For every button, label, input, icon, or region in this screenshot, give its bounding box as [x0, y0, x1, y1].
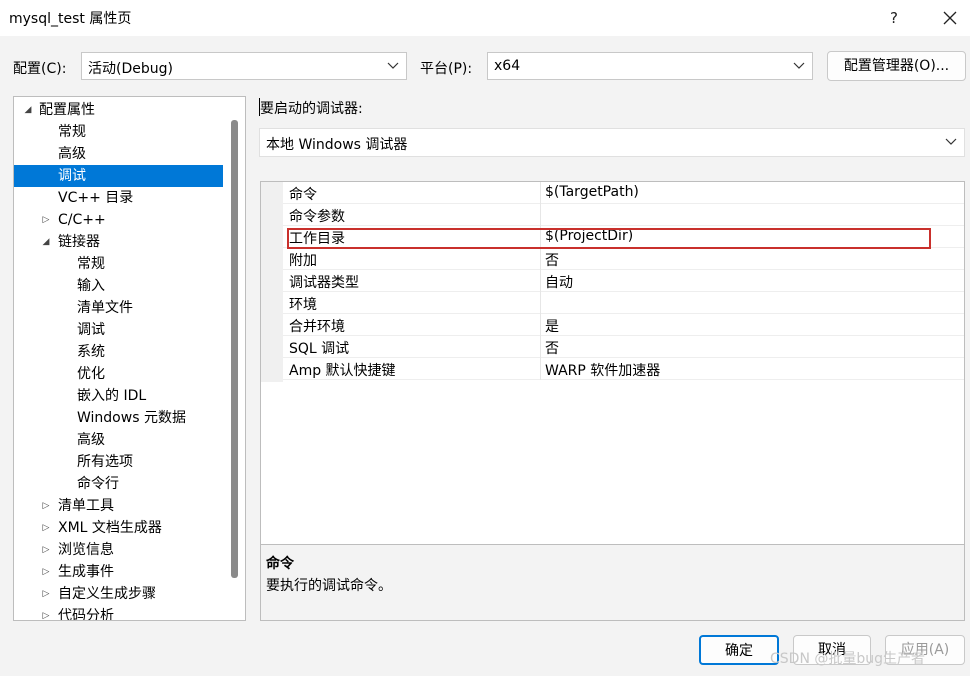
- property-name: 附加: [289, 253, 317, 269]
- grid-row-command[interactable]: 命令 $(TargetPath): [283, 182, 964, 204]
- collapsed-arrow-icon[interactable]: ▷: [41, 583, 51, 605]
- expanded-arrow-icon[interactable]: ◢: [23, 99, 33, 121]
- column-divider: [540, 292, 541, 314]
- collapsed-arrow-icon[interactable]: ▷: [41, 517, 51, 539]
- tree-item-label: 高级: [77, 432, 105, 448]
- config-select[interactable]: 活动(Debug): [81, 52, 407, 80]
- collapsed-arrow-icon[interactable]: ▷: [41, 209, 51, 231]
- description-text: 要执行的调试命令。: [266, 578, 392, 594]
- collapsed-arrow-icon[interactable]: ▷: [41, 605, 51, 620]
- tree-item-label: VC++ 目录: [58, 190, 134, 206]
- tree-item-label: 嵌入的 IDL: [77, 388, 147, 404]
- tree-item-label: 生成事件: [58, 564, 114, 580]
- tree-item-label: XML 文档生成器: [58, 520, 162, 536]
- property-name: 环境: [289, 297, 317, 313]
- collapsed-arrow-icon[interactable]: ▷: [41, 495, 51, 517]
- platform-select[interactable]: x64: [487, 52, 813, 80]
- close-icon: [943, 11, 957, 25]
- chevron-down-icon: [387, 62, 399, 69]
- collapsed-arrow-icon[interactable]: ▷: [41, 539, 51, 561]
- config-label: 配置(C):: [13, 61, 67, 77]
- tree-item-label: 系统: [77, 344, 105, 360]
- property-name: 命令参数: [289, 209, 345, 225]
- title-bar: mysql_test 属性页 ?: [0, 0, 970, 36]
- tree-item-label: 调试: [58, 168, 86, 184]
- highlight-annotation-box: [287, 228, 931, 249]
- tree-item-label: 所有选项: [77, 454, 133, 470]
- ok-button[interactable]: 确定: [699, 635, 779, 665]
- tree-item-label: 优化: [77, 366, 105, 382]
- grid-row-amp-accelerator[interactable]: Amp 默认快捷键 WARP 软件加速器: [283, 358, 964, 380]
- tree-item-label: 常规: [58, 124, 86, 140]
- property-value[interactable]: $(TargetPath): [545, 184, 639, 200]
- tree-item-label: 调试: [77, 322, 105, 338]
- tree-item-label: 输入: [77, 278, 105, 294]
- property-name: SQL 调试: [289, 341, 350, 357]
- tree-item-label: 自定义生成步骤: [58, 586, 156, 602]
- grid-row-environment[interactable]: 环境: [283, 292, 964, 314]
- grid-row-attach[interactable]: 附加 否: [283, 248, 964, 270]
- property-name: 命令: [289, 187, 317, 203]
- tree-scrollbar[interactable]: [231, 120, 238, 578]
- property-value[interactable]: 否: [545, 338, 559, 358]
- property-tree: ◢ 配置属性 常规 高级 调试 VC++ 目录 ▷ C/C++ ◢ 链接器 常规…: [13, 96, 246, 621]
- watermark: CSDN @批量bug生产者: [770, 651, 926, 667]
- column-divider: [540, 336, 541, 358]
- column-divider: [540, 270, 541, 292]
- column-divider: [540, 248, 541, 270]
- tree-item-label: Windows 元数据: [77, 410, 186, 426]
- debugger-select[interactable]: 本地 Windows 调试器: [259, 128, 965, 157]
- window-title: mysql_test 属性页: [9, 11, 132, 27]
- tree-item-debugging[interactable]: 调试: [14, 165, 223, 187]
- property-name: Amp 默认快捷键: [289, 363, 396, 379]
- description-panel: 命令 要执行的调试命令。: [261, 544, 964, 620]
- property-value[interactable]: 自动: [545, 272, 573, 292]
- grid-row-command-args[interactable]: 命令参数: [283, 204, 964, 226]
- tree-item-label: 常规: [77, 256, 105, 272]
- column-divider: [540, 358, 541, 380]
- tree-item-label: 清单工具: [58, 498, 114, 514]
- tree-item-label: 浏览信息: [58, 542, 114, 558]
- close-button[interactable]: [936, 4, 964, 32]
- expanded-arrow-icon[interactable]: ◢: [41, 231, 51, 253]
- grid-row-debugger-type[interactable]: 调试器类型 自动: [283, 270, 964, 292]
- column-divider: [540, 204, 541, 226]
- tree-item-label: 配置属性: [39, 102, 95, 118]
- collapsed-arrow-icon[interactable]: ▷: [41, 561, 51, 583]
- grid-row-merge-environment[interactable]: 合并环境 是: [283, 314, 964, 336]
- property-name: 合并环境: [289, 319, 345, 335]
- chevron-down-icon: [793, 62, 805, 69]
- property-value[interactable]: 是: [545, 316, 559, 336]
- grid-row-sql-debugging[interactable]: SQL 调试 否: [283, 336, 964, 358]
- config-manager-button[interactable]: 配置管理器(O)...: [827, 51, 966, 81]
- property-name: 调试器类型: [289, 275, 359, 291]
- tree-item-label: 命令行: [77, 476, 119, 492]
- tree-item-label: C/C++: [58, 212, 106, 228]
- column-divider: [540, 314, 541, 336]
- tree-item-label: 链接器: [58, 234, 100, 250]
- column-divider: [540, 182, 541, 204]
- debugger-value: 本地 Windows 调试器: [266, 137, 408, 153]
- description-title: 命令: [266, 556, 294, 572]
- tree-item-label: 代码分析: [58, 608, 114, 621]
- help-button[interactable]: ?: [880, 4, 908, 32]
- platform-label: 平台(P):: [420, 61, 473, 77]
- platform-value: x64: [494, 58, 521, 74]
- chevron-down-icon: [945, 138, 957, 145]
- debugger-label: 要启动的调试器:: [260, 101, 363, 117]
- property-value[interactable]: 否: [545, 250, 559, 270]
- tree-item-label: 高级: [58, 146, 86, 162]
- property-value[interactable]: WARP 软件加速器: [545, 360, 660, 380]
- tree-item-label: 清单文件: [77, 300, 133, 316]
- config-value: 活动(Debug): [88, 61, 173, 77]
- grid-gutter: [261, 182, 283, 382]
